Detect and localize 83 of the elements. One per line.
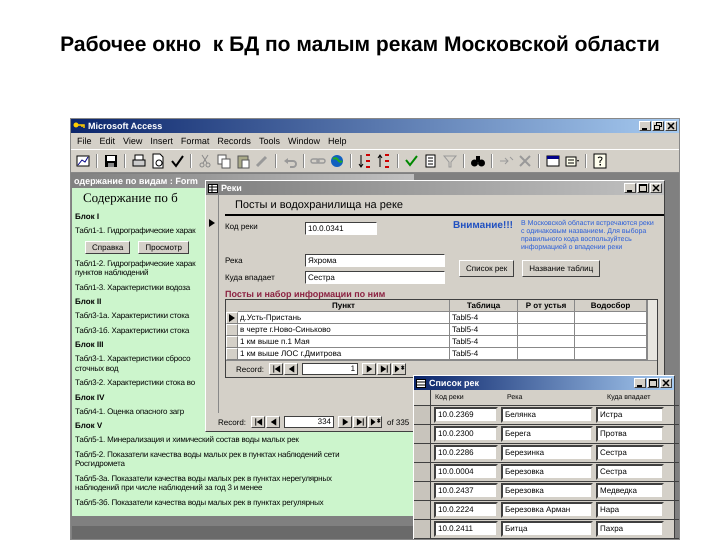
table-cell: д.Усть-Пристань <box>238 312 450 324</box>
table-link[interactable]: Табл5-1. Минерализация и химический состав воды малых рек <box>75 435 299 444</box>
table-link[interactable]: Табл1-2. Гидрографические харак пунктов наблюдений <box>75 258 196 278</box>
form-button[interactable]: Справка <box>85 240 130 254</box>
table-link[interactable]: Табл3-2. Характеристики стока во <box>75 378 195 388</box>
text-field[interactable]: 10.0.2437 <box>434 483 498 499</box>
slide-title: Рабочее окно к БД по малым рекам Московской области <box>59 32 661 58</box>
text-field[interactable]: Белянка <box>501 407 593 423</box>
menu-item[interactable]: View <box>123 136 142 146</box>
table-link[interactable]: Табл5-3б. Показатели качества воды малых рек в пунктах регулярных <box>75 498 324 507</box>
text-field[interactable]: Березовка <box>501 464 593 480</box>
table-link[interactable]: Табл3-1. Характеристики сбросо сточных вод <box>75 354 190 373</box>
table-link[interactable]: Табл5-3а. Показатели качества воды малых рек в пунктах нерегулярных наблюдений при числе наблюдений за год 3 и менее <box>75 474 332 492</box>
menu-item[interactable]: Insert <box>150 136 173 146</box>
text-field[interactable]: Березовка <box>501 483 593 499</box>
text-field[interactable]: 10.0.0341 <box>305 222 377 235</box>
column-header[interactable]: Водосбор <box>575 300 647 312</box>
text-field[interactable]: Сестра <box>596 464 664 480</box>
text-field[interactable]: Пахра <box>596 521 664 537</box>
block-heading: Блок III <box>75 340 104 349</box>
text-field[interactable]: Березовка Арман <box>501 502 593 518</box>
table-cell: Tabl5-4 <box>450 324 518 336</box>
table-link[interactable]: Табл3-1а. Характеристики стока <box>75 311 190 320</box>
table-link[interactable]: Табл4-1. Оценка опасного загр <box>75 406 184 416</box>
field-label: Река <box>225 256 244 265</box>
block-heading: Блок I <box>75 212 100 221</box>
menu-item[interactable]: Edit <box>100 136 116 146</box>
field-label: Код реки <box>225 222 259 231</box>
warning-label: Внимание!!! <box>453 220 513 233</box>
menu-item[interactable]: Format <box>180 136 210 146</box>
table-cell: 1 км выше п.1 Мая <box>238 336 450 348</box>
table-cell: Tabl5-4 <box>450 336 518 348</box>
text-field[interactable]: 10.0.2224 <box>434 502 498 518</box>
menu-item[interactable]: Window <box>288 136 320 146</box>
text-field[interactable]: Яхрома <box>305 254 445 267</box>
table-cell: в черте г.Ново-Синьково <box>238 324 450 336</box>
record-number-field[interactable]: 1 <box>302 363 358 375</box>
form-heading: Посты и водохранилища на реке <box>225 197 664 216</box>
window-title: одержание по видам : Form <box>74 176 198 186</box>
text-field[interactable]: 10.0.2411 <box>434 521 498 537</box>
text-field[interactable]: Березинка <box>501 445 593 461</box>
block-heading: Блок V <box>75 421 102 430</box>
text-field[interactable]: Нара <box>596 502 664 518</box>
section-heading: Посты и набор информации по ним <box>225 289 386 299</box>
form-heading: Содержание по б <box>83 190 178 206</box>
text-field[interactable]: Битца <box>501 521 593 537</box>
form-button[interactable]: Список рек <box>459 260 514 277</box>
text-field[interactable]: Сестра <box>596 445 664 461</box>
record-count: of 335 <box>387 418 410 426</box>
record-label: Record: <box>236 364 264 374</box>
block-heading: Блок IV <box>75 392 104 402</box>
table-link[interactable]: Табл1-1. Гидрографические харак <box>75 226 196 236</box>
menu-item[interactable]: Help <box>328 136 346 146</box>
record-label: Record: <box>218 418 246 426</box>
window-title: Microsoft Access <box>88 121 162 131</box>
form-button[interactable]: Просмотр <box>138 240 189 254</box>
text-field[interactable]: Протва <box>596 426 664 442</box>
block-heading: Блок II <box>75 297 102 306</box>
column-header[interactable]: Пункт <box>238 300 450 312</box>
table-link[interactable]: Табл5-2. Показатели качества воды малых рек в пунктах наблюдений сети Росгидромета <box>75 450 340 468</box>
text-field[interactable]: Берега <box>501 426 593 442</box>
column-header[interactable]: Таблица <box>450 300 518 312</box>
field-label: Куда впадает <box>225 273 276 282</box>
window-title: Список рек <box>429 378 479 388</box>
menu-item[interactable]: Records <box>217 136 251 146</box>
text-field[interactable]: Истра <box>596 407 664 423</box>
table-link[interactable]: Табл1-3. Характеристики водоза <box>75 282 190 292</box>
text-field[interactable]: 10.0.2300 <box>434 426 498 442</box>
form-button[interactable]: Название таблиц <box>522 260 600 277</box>
table-link[interactable]: Табл3-1б. Характеристики стока <box>75 326 190 335</box>
text-field[interactable]: Сестра <box>305 271 445 284</box>
table-cell: 1 км выше ЛОС г.Дмитрова <box>238 348 450 360</box>
text-field[interactable]: 10.0.0004 <box>434 464 498 480</box>
record-number-field[interactable]: 334 <box>284 416 334 428</box>
window-title: Реки <box>221 183 242 193</box>
table-cell: Tabl5-4 <box>450 312 518 324</box>
text-field[interactable]: 10.0.2369 <box>434 407 498 423</box>
menu-item[interactable]: Tools <box>258 136 280 146</box>
menu-item[interactable]: File <box>77 136 92 146</box>
table-cell: Tabl5-4 <box>450 348 518 360</box>
text-field[interactable]: Медведка <box>596 483 664 499</box>
text-field[interactable]: 10.0.2286 <box>434 445 498 461</box>
column-header[interactable]: Р от устья <box>518 300 575 312</box>
